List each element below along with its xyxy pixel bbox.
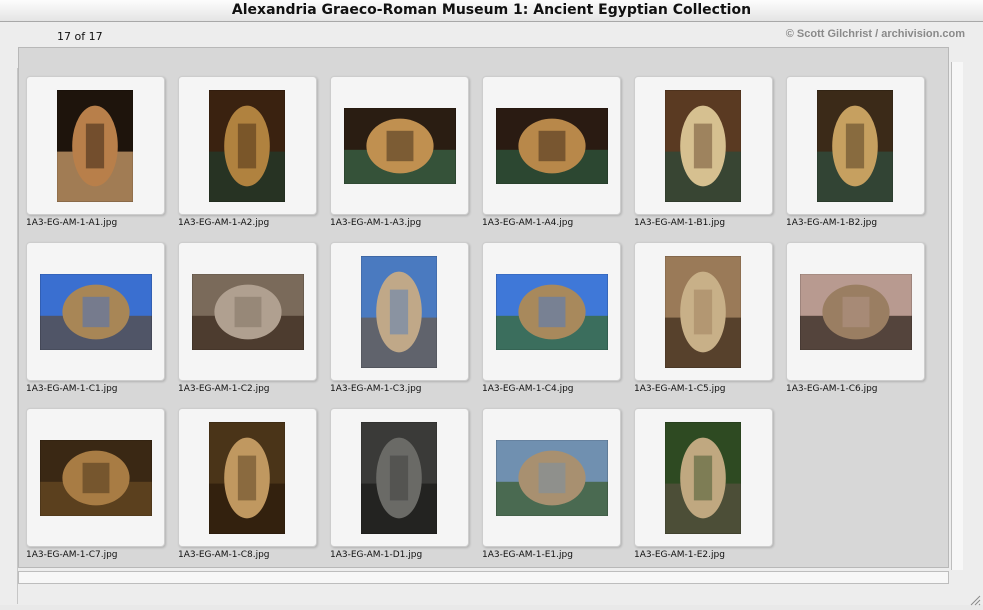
thumbnail-card[interactable]: [786, 76, 925, 215]
thumbnail-image[interactable]: [800, 274, 912, 350]
thumbnail-image[interactable]: [57, 90, 133, 202]
thumbnail-filename: 1A3-EG-AM-1-A3.jpg: [330, 218, 422, 228]
thumbnail-card[interactable]: [330, 76, 469, 215]
thumbnail-card[interactable]: [330, 408, 469, 547]
thumbnail-filename: 1A3-EG-AM-1-B2.jpg: [786, 218, 878, 228]
thumbnail-filename: 1A3-EG-AM-1-C2.jpg: [178, 384, 270, 394]
thumbnail-card[interactable]: [634, 76, 773, 215]
thumbnail-card[interactable]: [26, 76, 165, 215]
thumbnail-image[interactable]: [496, 108, 608, 184]
thumbnail-image[interactable]: [40, 440, 152, 516]
thumbnail-filename: 1A3-EG-AM-1-E2.jpg: [634, 550, 725, 560]
thumbnail-image[interactable]: [496, 274, 608, 350]
copyright-credit: © Scott Gilchrist / archivision.com: [785, 28, 965, 40]
thumbnail-filename: 1A3-EG-AM-1-C7.jpg: [26, 550, 118, 560]
thumbnail-card[interactable]: [178, 242, 317, 381]
browser-window: 17 of 17 © Scott Gilchrist / archivision…: [0, 22, 983, 606]
thumbnail-filename: 1A3-EG-AM-1-C4.jpg: [482, 384, 574, 394]
thumbnail-image[interactable]: [192, 274, 304, 350]
thumbnail-card[interactable]: [634, 242, 773, 381]
vertical-scrollbar[interactable]: [951, 62, 963, 570]
thumbnail-filename: 1A3-EG-AM-1-B1.jpg: [634, 218, 726, 228]
thumbnail-image[interactable]: [361, 422, 437, 534]
image-counter: 17 of 17: [57, 30, 103, 43]
thumbnail-filename: 1A3-EG-AM-1-A1.jpg: [26, 218, 118, 228]
thumbnail-filename: 1A3-EG-AM-1-C6.jpg: [786, 384, 878, 394]
window-title: Alexandria Graeco-Roman Museum 1: Ancien…: [231, 2, 752, 18]
thumbnail-filename: 1A3-EG-AM-1-C1.jpg: [26, 384, 118, 394]
thumbnail-image[interactable]: [344, 108, 456, 184]
thumbnail-card[interactable]: [26, 408, 165, 547]
thumbnail-image[interactable]: [40, 274, 152, 350]
thumbnail-image[interactable]: [665, 256, 741, 368]
thumbnail-card[interactable]: [482, 76, 621, 215]
thumbnail-filename: 1A3-EG-AM-1-E1.jpg: [482, 550, 573, 560]
thumbnail-filename: 1A3-EG-AM-1-A2.jpg: [178, 218, 270, 228]
thumbnail-filename: 1A3-EG-AM-1-C5.jpg: [634, 384, 726, 394]
thumbnail-card[interactable]: [26, 242, 165, 381]
thumbnail-card[interactable]: [482, 242, 621, 381]
thumbnail-filename: 1A3-EG-AM-1-C8.jpg: [178, 550, 270, 560]
thumbnail-image[interactable]: [817, 90, 893, 202]
horizontal-scrollbar[interactable]: [18, 571, 949, 584]
thumbnail-image[interactable]: [665, 422, 741, 534]
thumbnail-card[interactable]: [786, 242, 925, 381]
thumbnail-gallery: 1A3-EG-AM-1-A1.jpg 1A3-EG-AM-1-A2.jpg 1A3-…: [18, 47, 949, 568]
thumbnail-image[interactable]: [209, 90, 285, 202]
thumbnail-image[interactable]: [496, 440, 608, 516]
thumbnail-card[interactable]: [634, 408, 773, 547]
thumbnail-image[interactable]: [665, 90, 741, 202]
thumbnail-image[interactable]: [361, 256, 437, 368]
thumbnail-image[interactable]: [209, 422, 285, 534]
thumbnail-filename: 1A3-EG-AM-1-A4.jpg: [482, 218, 574, 228]
thumbnail-card[interactable]: [178, 76, 317, 215]
window-title-bar[interactable]: Alexandria Graeco-Roman Museum 1: Ancien…: [0, 0, 983, 22]
thumbnail-card[interactable]: [482, 408, 621, 547]
thumbnail-card[interactable]: [330, 242, 469, 381]
thumbnail-filename: 1A3-EG-AM-1-D1.jpg: [330, 550, 423, 560]
thumbnail-card[interactable]: [178, 408, 317, 547]
resize-grip-icon[interactable]: [969, 591, 981, 606]
thumbnail-filename: 1A3-EG-AM-1-C3.jpg: [330, 384, 422, 394]
